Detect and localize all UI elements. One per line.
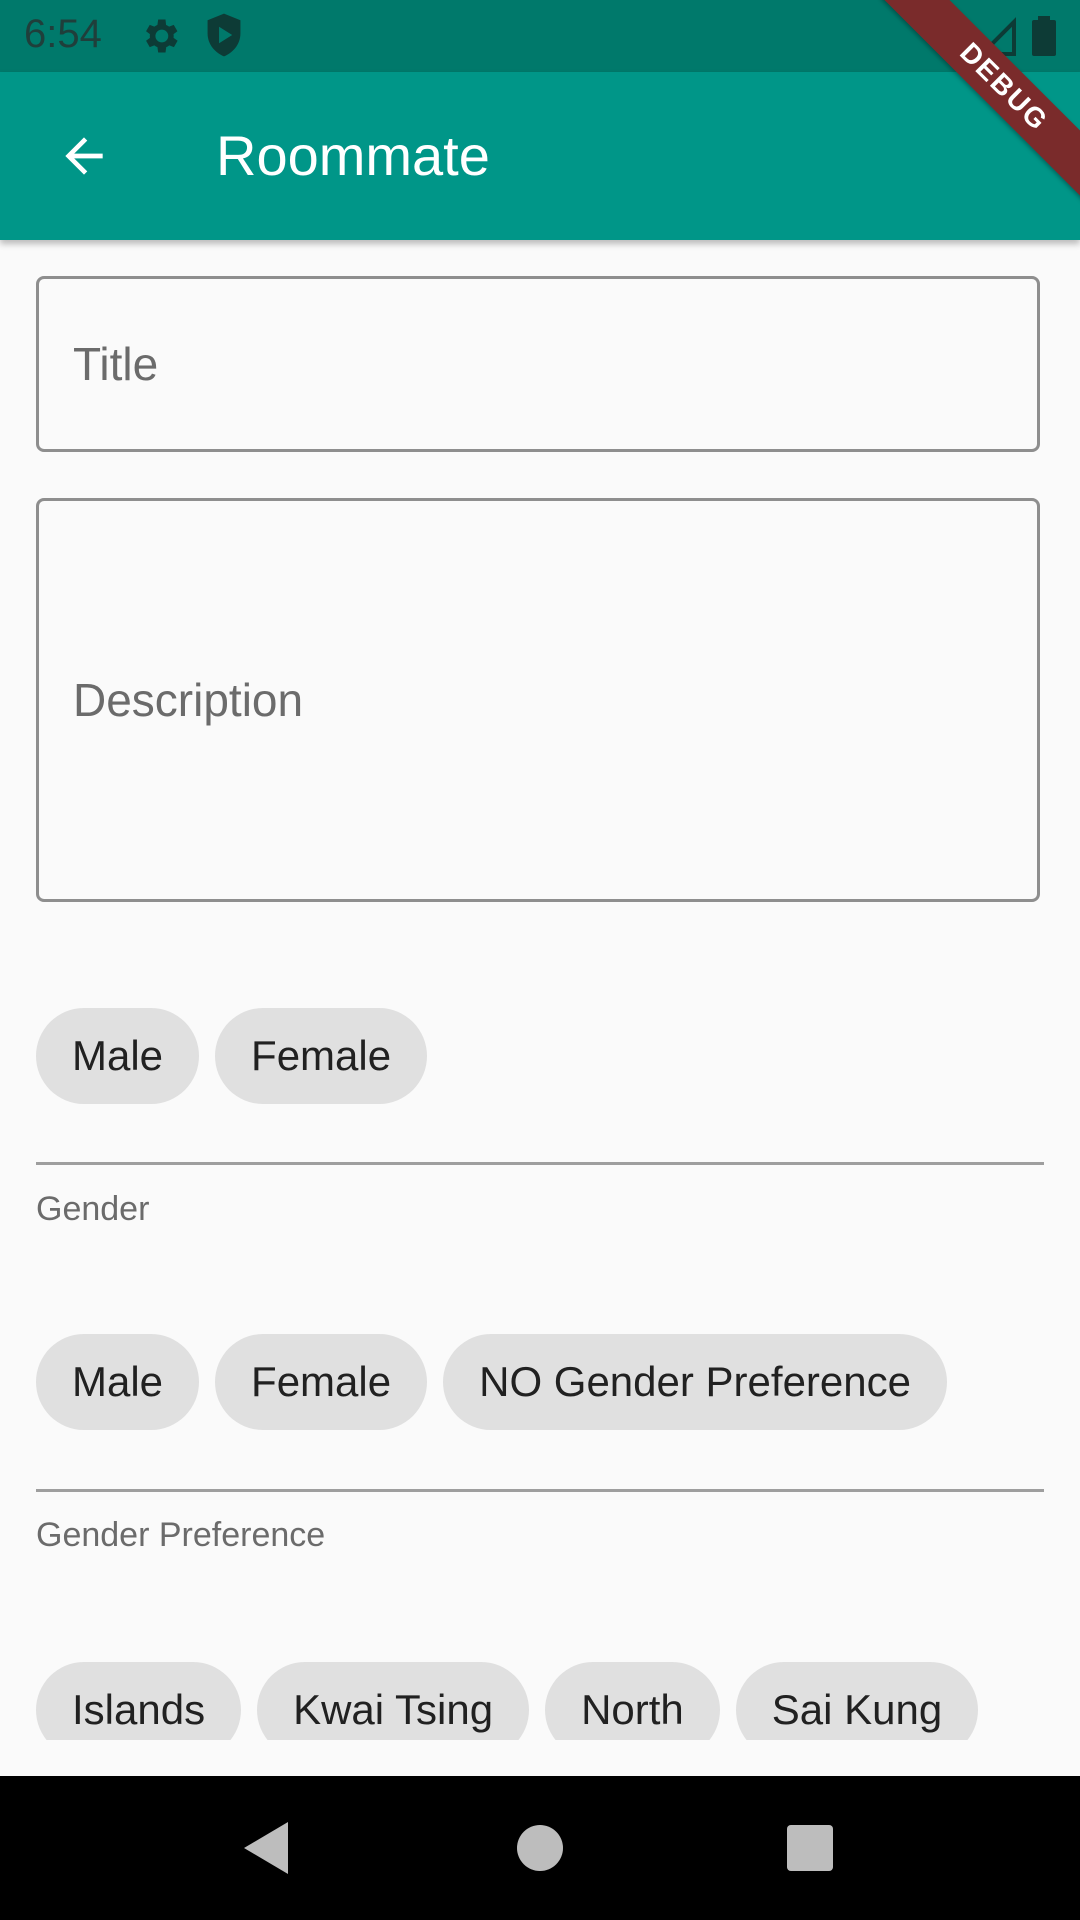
gender-chip-group: Male Female bbox=[36, 1008, 428, 1104]
gender-label: Gender bbox=[36, 1190, 150, 1228]
district-chip-kwai-tsing[interactable]: Kwai Tsing bbox=[257, 1662, 530, 1740]
gender-chip-male[interactable]: Male bbox=[36, 1008, 200, 1104]
nav-back-button[interactable] bbox=[226, 1806, 310, 1890]
triangle-back-icon bbox=[244, 1822, 288, 1874]
gender-preference-chip-none[interactable]: NO Gender Preference bbox=[443, 1334, 947, 1430]
circle-home-icon bbox=[517, 1825, 563, 1871]
gender-preference-chip-female[interactable]: Female bbox=[215, 1334, 428, 1430]
arrow-left-icon bbox=[65, 137, 103, 175]
gender-chip-female[interactable]: Female bbox=[215, 1008, 428, 1104]
district-scroll-area: Islands Kwai Tsing North Sai Kung bbox=[0, 1640, 1080, 1740]
district-chip-group: Islands Kwai Tsing North Sai Kung bbox=[36, 1662, 979, 1740]
navigation-bar bbox=[0, 1776, 1080, 1920]
title-input[interactable]: Title bbox=[36, 276, 1040, 452]
battery-icon bbox=[1032, 16, 1056, 56]
square-recents-icon bbox=[787, 1825, 833, 1871]
district-chip-sai-kung[interactable]: Sai Kung bbox=[735, 1662, 979, 1740]
gender-divider bbox=[36, 1162, 1044, 1165]
description-input-label: Description bbox=[73, 674, 304, 726]
title-input-label: Title bbox=[73, 338, 159, 390]
app-bar: Roommate bbox=[0, 72, 1080, 240]
gear-icon bbox=[146, 19, 178, 53]
gender-preference-chip-group: Male Female NO Gender Preference bbox=[36, 1334, 947, 1430]
nav-home-button[interactable] bbox=[498, 1806, 582, 1890]
gender-preference-divider bbox=[36, 1489, 1044, 1492]
gender-preference-chip-male[interactable]: Male bbox=[36, 1334, 200, 1430]
gender-preference-label: Gender Preference bbox=[36, 1516, 326, 1554]
shield-play-icon bbox=[207, 13, 241, 57]
status-time: 6:54 bbox=[24, 12, 102, 56]
page-title: Roommate bbox=[216, 124, 490, 187]
description-input[interactable]: Description bbox=[36, 498, 1040, 902]
nav-recents-button[interactable] bbox=[768, 1806, 852, 1890]
district-chip-north[interactable]: North bbox=[545, 1662, 720, 1740]
back-button[interactable] bbox=[44, 116, 124, 196]
district-chip-islands[interactable]: Islands bbox=[36, 1662, 242, 1740]
